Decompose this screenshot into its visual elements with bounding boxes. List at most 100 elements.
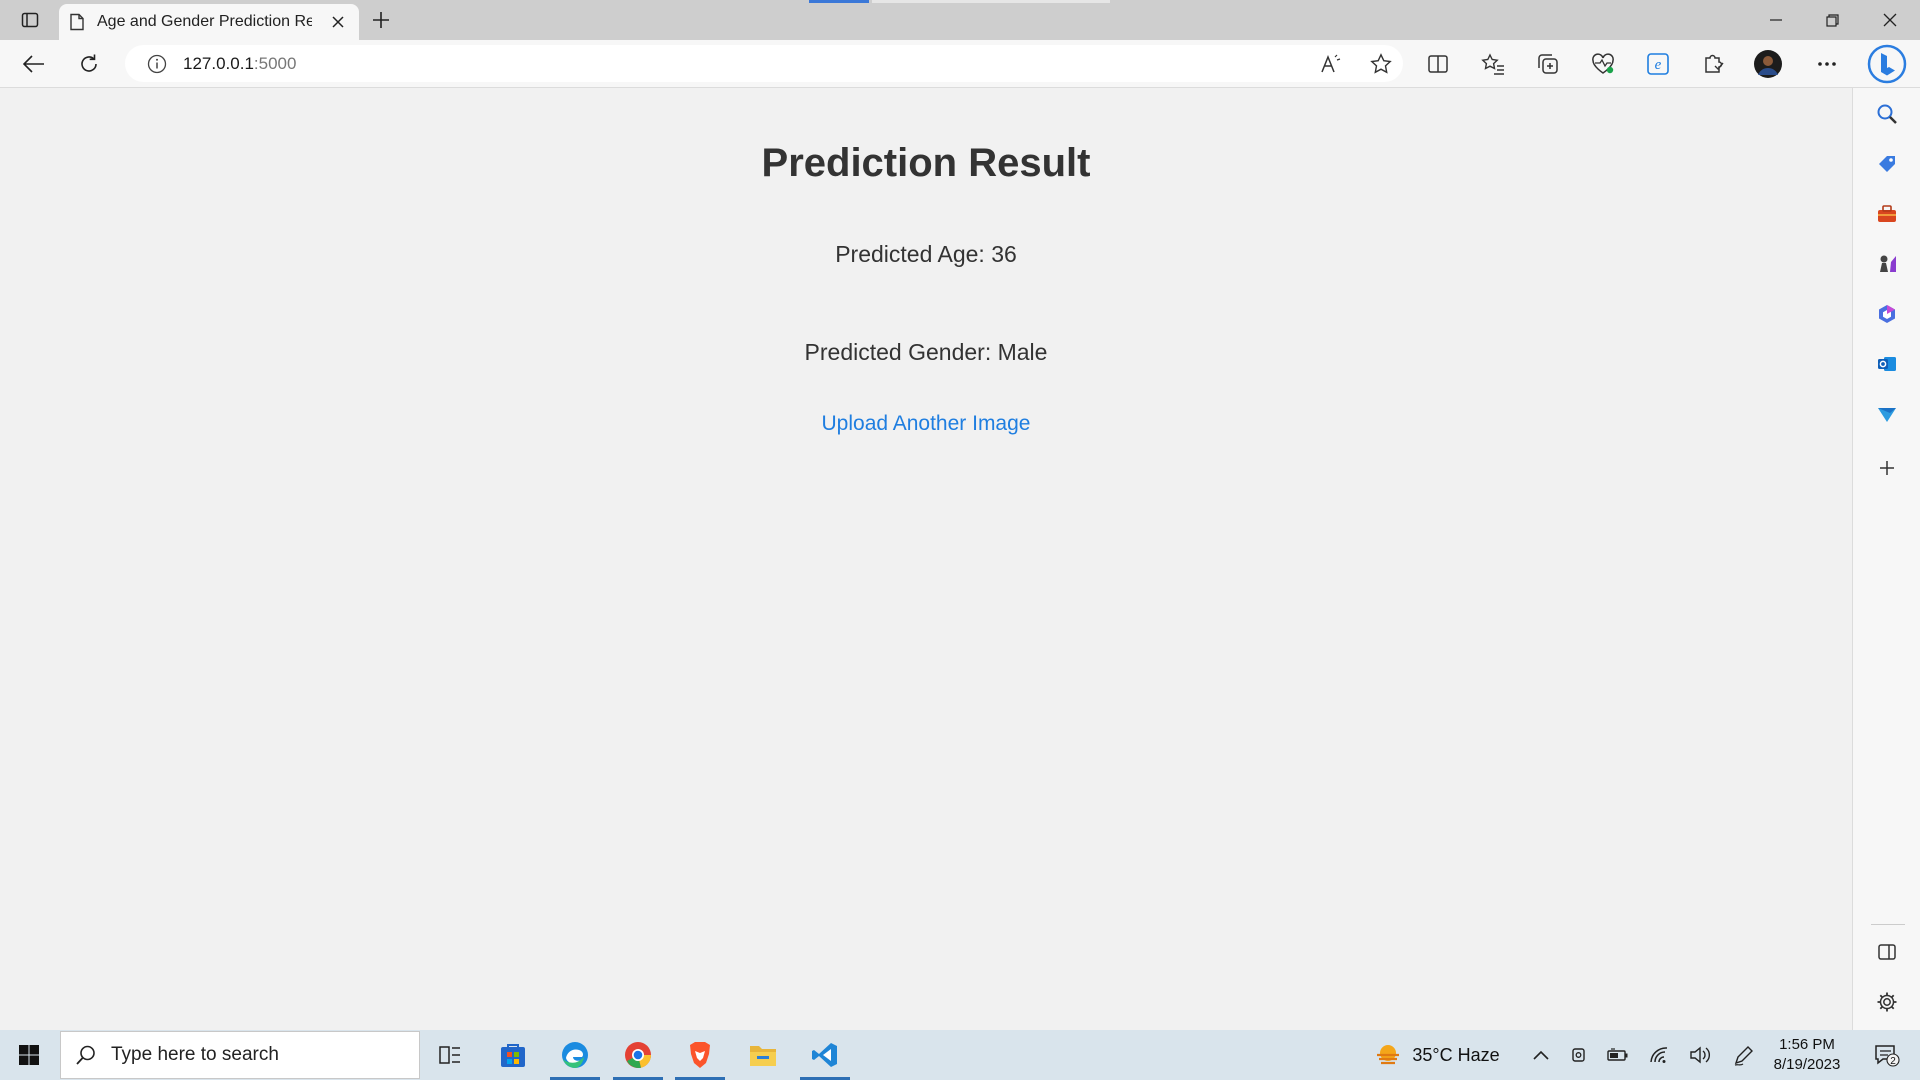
sidebar-settings-button[interactable]: [1853, 980, 1920, 1024]
restore-icon: [1825, 13, 1839, 27]
more-horizontal-icon: [1818, 62, 1836, 66]
split-screen-button[interactable]: [1416, 40, 1460, 88]
sidebar-outlook-button[interactable]: [1853, 342, 1920, 386]
avatar: [1754, 50, 1782, 78]
sidebar-tools-button[interactable]: [1853, 192, 1920, 236]
back-button[interactable]: [12, 40, 56, 88]
weather-text: 35°C Haze: [1412, 1044, 1500, 1065]
read-aloud-icon: [1321, 54, 1341, 73]
url-text[interactable]: 127.0.0.1:5000: [183, 54, 296, 74]
gear-icon: [1877, 992, 1897, 1012]
favorite-star-button[interactable]: [1359, 40, 1403, 88]
collections-icon: [1538, 54, 1558, 74]
start-button[interactable]: [0, 1030, 58, 1080]
windows-logo-icon: [19, 1045, 39, 1065]
site-info-icon[interactable]: [147, 54, 167, 74]
page-title: Prediction Result: [761, 141, 1091, 185]
browser-essentials-button[interactable]: [1581, 40, 1625, 88]
haze-sun-icon: [1377, 1045, 1400, 1065]
edge-app[interactable]: [546, 1030, 604, 1080]
outlook-icon: [1878, 357, 1896, 371]
back-arrow-icon: [23, 55, 44, 73]
network-tray-button[interactable]: [1643, 1030, 1677, 1080]
favorites-button[interactable]: [1471, 40, 1515, 88]
task-view-button[interactable]: [421, 1030, 479, 1080]
browser-tab-active[interactable]: Age and Gender Prediction Resul: [59, 4, 359, 40]
windows-taskbar: Type here to search 35°C Haze 1:56 PM 8/…: [0, 1030, 1920, 1080]
url-host: 127.0.0.1: [183, 53, 254, 73]
address-bar[interactable]: 127.0.0.1:5000: [125, 45, 1403, 82]
sidebar-divider: [1871, 924, 1905, 925]
profile-button[interactable]: [1746, 40, 1790, 88]
edge-browser-icon: [562, 1042, 588, 1068]
tab-actions-icon: [21, 12, 39, 28]
drop-send-icon: [1878, 408, 1896, 422]
read-aloud-button[interactable]: [1309, 40, 1353, 88]
restore-button[interactable]: [1804, 0, 1860, 40]
collections-button[interactable]: [1526, 40, 1570, 88]
meet-now-tray-button[interactable]: [1562, 1030, 1596, 1080]
browser-titlebar: Age and Gender Prediction Resul: [0, 0, 1920, 40]
extensions-button[interactable]: [1691, 40, 1735, 88]
brave-app[interactable]: [671, 1030, 729, 1080]
office-icon: [1879, 305, 1895, 323]
settings-more-button[interactable]: [1805, 40, 1849, 88]
new-tab-button[interactable]: [356, 0, 406, 40]
plus-icon: [373, 12, 389, 28]
wifi-icon: [1650, 1047, 1668, 1063]
ie-mode-button[interactable]: e: [1636, 40, 1680, 88]
speaker-icon: [1690, 1046, 1710, 1064]
weather-widget[interactable]: 35°C Haze: [1362, 1030, 1512, 1080]
url-port: :5000: [253, 53, 297, 73]
brave-lion-icon: [690, 1042, 710, 1068]
microsoft-store-app[interactable]: [484, 1030, 542, 1080]
loading-indicator: [809, 0, 869, 3]
taskbar-clock[interactable]: 1:56 PM 8/19/2023: [1764, 1035, 1850, 1075]
search-icon: [76, 1045, 95, 1065]
close-window-button[interactable]: [1862, 0, 1918, 40]
vscode-app[interactable]: [796, 1030, 854, 1080]
minimize-icon: [1770, 19, 1782, 21]
heart-pulse-icon: [1592, 53, 1614, 74]
battery-tray-button[interactable]: [1601, 1030, 1635, 1080]
minimize-button[interactable]: [1748, 0, 1804, 40]
pen-workspace-button[interactable]: [1727, 1030, 1761, 1080]
camera-icon: [1572, 1048, 1585, 1062]
svg-text:e: e: [1655, 57, 1662, 73]
chrome-app[interactable]: [609, 1030, 667, 1080]
upload-another-image-link[interactable]: Upload Another Image: [822, 412, 1031, 436]
close-window-icon: [1883, 13, 1897, 27]
battery-icon: [1607, 1048, 1628, 1061]
volume-tray-button[interactable]: [1683, 1030, 1717, 1080]
notifications-button[interactable]: 2: [1862, 1030, 1912, 1080]
bing-chat-button[interactable]: [1862, 40, 1912, 88]
store-icon: [501, 1044, 525, 1067]
refresh-button[interactable]: [67, 40, 111, 88]
sidebar-shopping-button[interactable]: [1853, 142, 1920, 186]
ie-mode-icon: e: [1647, 53, 1669, 75]
file-explorer-app[interactable]: [734, 1030, 792, 1080]
sidebar-games-button[interactable]: [1853, 242, 1920, 286]
show-hidden-icons-button[interactable]: [1522, 1030, 1560, 1080]
sidebar-hide-button[interactable]: [1853, 930, 1920, 974]
predicted-gender-text: Predicted Gender: Male: [804, 339, 1048, 365]
edge-sidebar: [1852, 88, 1920, 1030]
tab-close-button[interactable]: [327, 11, 349, 33]
loading-track: [872, 0, 1110, 3]
page-document-icon: [70, 13, 84, 31]
tab-title: Age and Gender Prediction Resul: [97, 13, 312, 30]
sidebar-add-button[interactable]: [1853, 446, 1920, 490]
shopping-tag-icon: [1879, 156, 1895, 172]
predicted-age-text: Predicted Age: 36: [835, 241, 1017, 267]
search-icon: [1877, 104, 1897, 124]
taskbar-search-box[interactable]: Type here to search: [60, 1031, 420, 1079]
pen-icon: [1734, 1046, 1753, 1066]
sidebar-drop-button[interactable]: [1853, 392, 1920, 436]
clock-time: 1:56 PM: [1779, 1036, 1835, 1053]
folder-icon: [750, 1046, 776, 1066]
sidebar-office-button[interactable]: [1853, 292, 1920, 336]
sidebar-search-button[interactable]: [1853, 92, 1920, 136]
tab-actions-button[interactable]: [5, 0, 55, 40]
notification-count-badge: 2: [1890, 1056, 1896, 1067]
result-content: Prediction Result Predicted Age: 36 Pred…: [0, 88, 1852, 436]
